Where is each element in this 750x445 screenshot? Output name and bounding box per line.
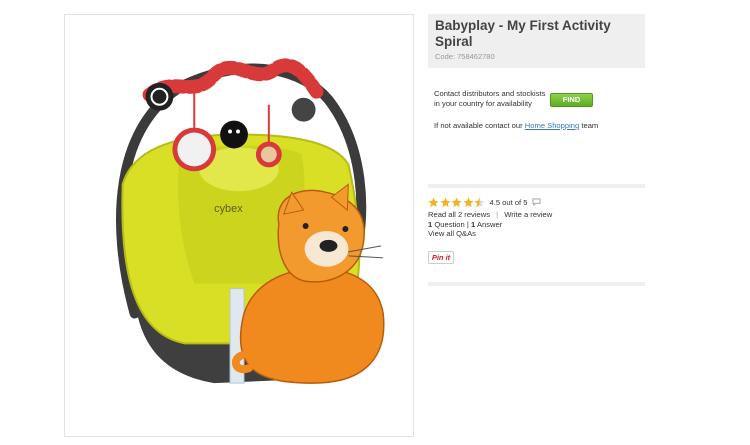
star-icon <box>439 196 451 207</box>
star-rating[interactable] <box>428 196 486 208</box>
answer-label: Answer <box>476 219 503 229</box>
home-shopping-suffix: team <box>581 121 599 130</box>
find-button[interactable]: FIND <box>550 93 593 107</box>
star-icon <box>474 196 485 207</box>
product-photo: cybex <box>115 58 385 384</box>
view-all-qa-link[interactable]: View all Q&As <box>428 229 476 238</box>
read-all-reviews-link[interactable]: Read all 2 reviews <box>428 210 490 219</box>
link-separator: | <box>496 210 499 219</box>
home-shopping-note: If not available contact our Home Shoppi… <box>434 121 598 130</box>
product-header: Babyplay - My First Activity Spiral Code… <box>428 14 645 68</box>
answer-count: 1 <box>471 219 476 229</box>
svg-text:cybex: cybex <box>214 203 243 215</box>
pin-it-button[interactable]: Pin it <box>428 251 454 264</box>
distributors-text: Contact distributors and stockists in yo… <box>434 89 546 108</box>
review-chat-icon[interactable] <box>532 198 541 206</box>
star-icon <box>462 196 474 207</box>
question-count: 1 <box>428 219 433 229</box>
home-shopping-prefix: If not available contact our <box>434 121 523 130</box>
product-code: Code: 758462780 <box>435 52 495 61</box>
section-divider <box>428 282 645 286</box>
section-divider <box>428 184 645 188</box>
qa-counts[interactable]: 1 Question | 1 Answer <box>428 220 552 230</box>
star-icon <box>428 196 439 207</box>
product-title: Babyplay - My First Activity Spiral <box>435 18 611 49</box>
home-shopping-link[interactable]: Home Shopping <box>525 121 579 130</box>
rating-text: 4.5 out of 5 <box>489 197 528 207</box>
review-links: Read all 2 reviews | Write a review 1 Qu… <box>428 210 552 239</box>
rating-summary: 4.5 out of 5 <box>428 196 541 208</box>
product-image[interactable]: cybex <box>64 14 414 437</box>
qa-separator: | <box>466 219 469 229</box>
write-review-link[interactable]: Write a review <box>504 210 552 219</box>
star-icon <box>451 196 462 207</box>
question-label: Question <box>434 219 465 229</box>
